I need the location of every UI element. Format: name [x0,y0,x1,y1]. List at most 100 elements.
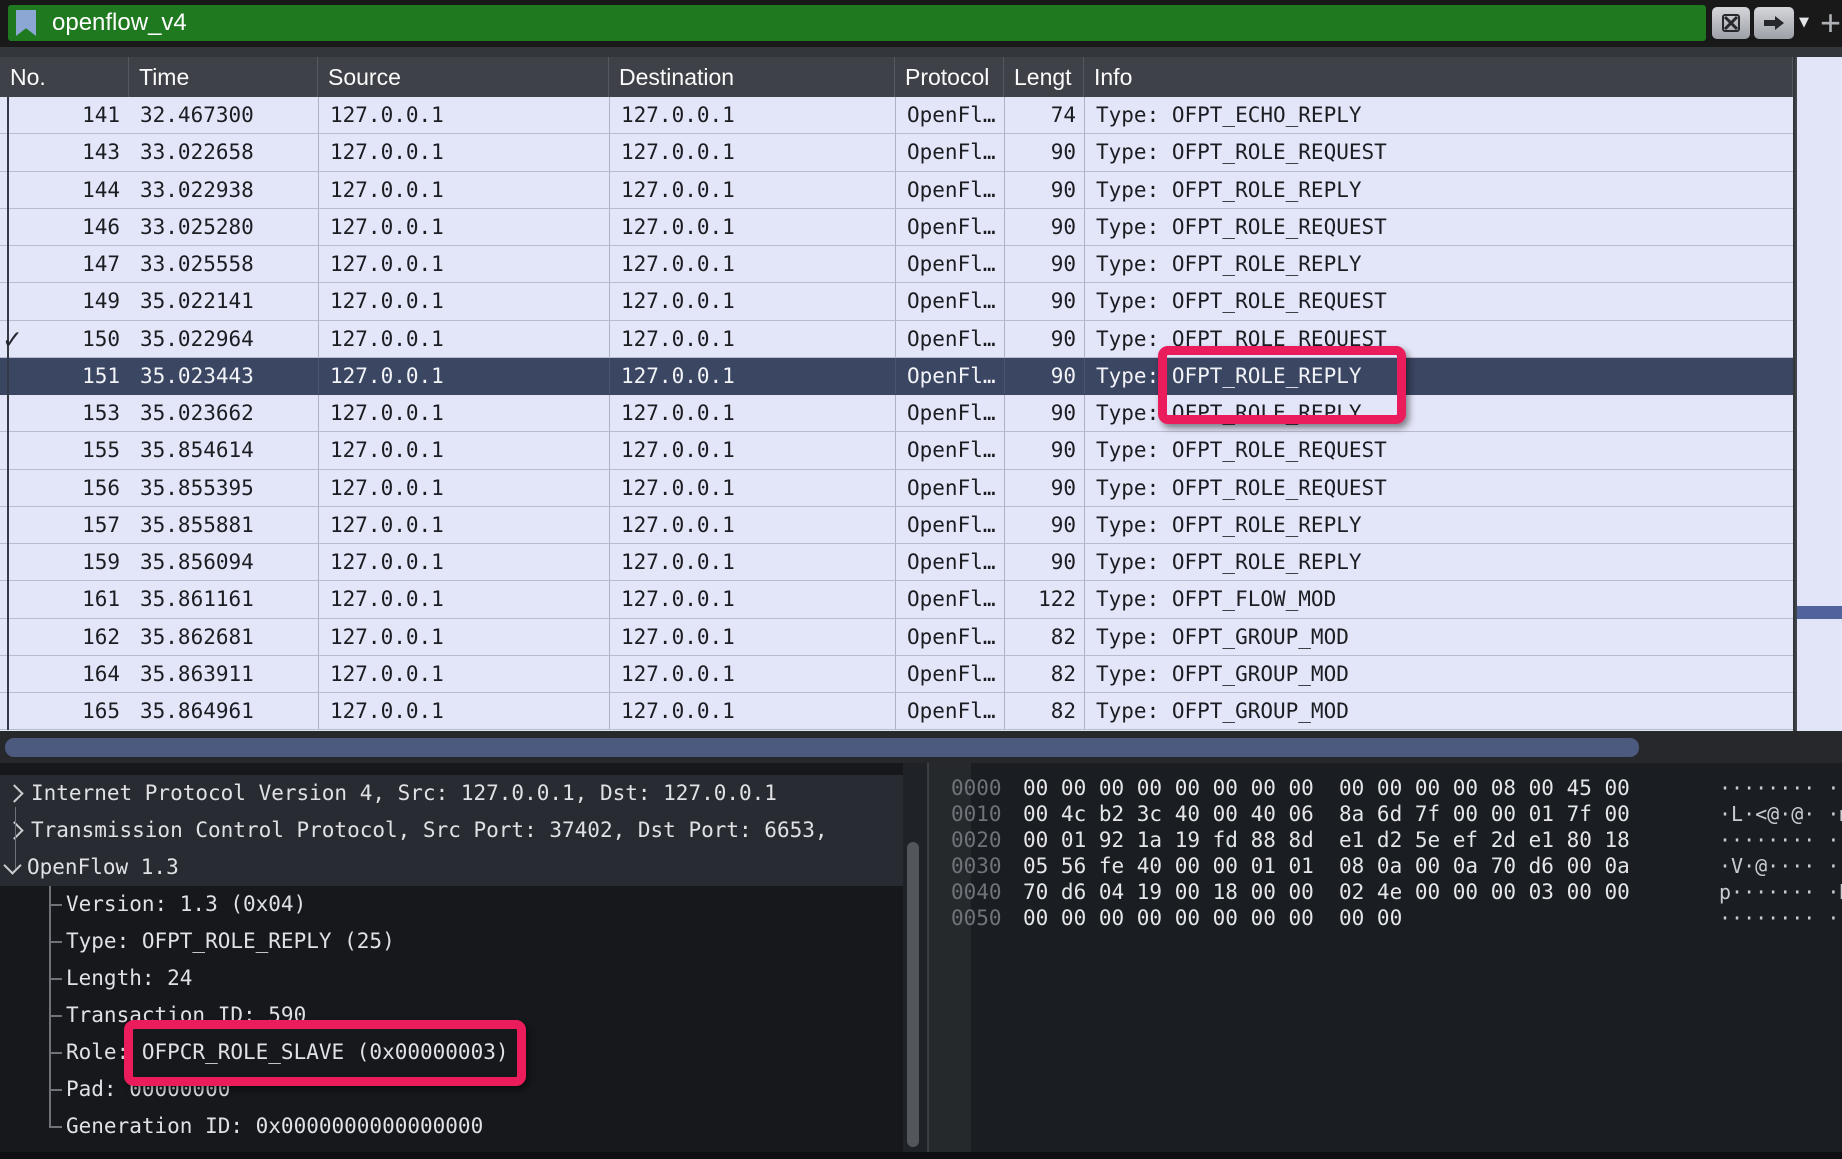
cell-dst: 127.0.0.1 [609,693,895,729]
cell-src: 127.0.0.1 [318,693,609,729]
hex-ascii: p······· ·N······ [1719,879,1842,905]
chevron-down-icon[interactable] [3,856,21,874]
packet-row[interactable]: 14935.022141127.0.0.1127.0.0.1OpenFl…90T… [0,283,1793,320]
detail-scrollbar-thumb[interactable] [907,842,919,1147]
packet-list-scrollbar[interactable] [1795,57,1842,731]
packet-row[interactable]: 15535.854614127.0.0.1127.0.0.1OpenFl…90T… [0,432,1793,469]
cell-no: 159 [0,544,129,580]
cell-time: 35.862681 [129,619,318,655]
column-header-lengt[interactable]: Lengt [1004,57,1084,97]
detail-item-label: OpenFlow 1.3 [27,855,179,879]
packet-row[interactable]: 16135.861161127.0.0.1127.0.0.1OpenFl…122… [0,581,1793,618]
detail-field[interactable]: Length: 24 [66,960,192,997]
chevron-right-icon[interactable] [5,784,23,802]
cell-info: Type: OFPT_ROLE_REQUEST [1084,470,1793,506]
cell-time: 33.025558 [129,246,318,282]
hex-bytes-group2: 02 4e 00 00 00 03 00 00 [1339,879,1630,905]
cell-len: 90 [1004,470,1084,506]
add-filter-button[interactable]: + [1820,2,1841,44]
cell-dst: 127.0.0.1 [609,432,895,468]
hex-offset: 0020 [951,827,1002,853]
apply-filter-button[interactable] [1754,7,1794,39]
column-header-destination[interactable]: Destination [609,57,895,97]
hex-ascii: ········ ······E· [1719,775,1842,801]
packet-row[interactable]: 16235.862681127.0.0.1127.0.0.1OpenFl…82T… [0,619,1793,656]
hex-row[interactable]: 002000 01 92 1a 19 fd 88 8de1 d2 5e ef 2… [929,827,1842,853]
hex-dump-pane: 000000 00 00 00 00 00 00 0000 00 00 00 0… [929,763,1842,1152]
cell-src: 127.0.0.1 [318,283,609,319]
detail-field[interactable]: Type: OFPT_ROLE_REPLY (25) [66,923,395,960]
cell-proto: OpenFl… [895,134,1004,170]
hex-row[interactable]: 000000 00 00 00 00 00 00 0000 00 00 00 0… [929,775,1842,801]
display-filter-input[interactable]: openflow_v4 [8,5,1706,41]
cell-src: 127.0.0.1 [318,97,609,133]
cell-src: 127.0.0.1 [318,656,609,692]
cell-proto: OpenFl… [895,507,1004,543]
cell-time: 35.856094 [129,544,318,580]
column-header-protocol[interactable]: Protocol [895,57,1004,97]
packet-row[interactable]: 15135.023443127.0.0.1127.0.0.1OpenFl…90T… [0,358,1793,395]
hex-row[interactable]: 004070 d6 04 19 00 18 00 0002 4e 00 00 0… [929,879,1842,905]
bookmark-icon[interactable] [16,10,36,36]
column-header-time[interactable]: Time [129,57,318,97]
packet-row[interactable]: 14733.025558127.0.0.1127.0.0.1OpenFl…90T… [0,246,1793,283]
horizontal-scrollbar-thumb[interactable] [5,738,1639,757]
cell-src: 127.0.0.1 [318,395,609,431]
cell-info: Type: OFPT_ROLE_REQUEST [1084,432,1793,468]
hex-row[interactable]: 003005 56 fe 40 00 00 01 0108 0a 00 0a 7… [929,853,1842,879]
cell-len: 74 [1004,97,1084,133]
packet-list-scrollbar-thumb[interactable] [1797,606,1842,619]
cell-time: 32.467300 [129,97,318,133]
cell-src: 127.0.0.1 [318,209,609,245]
cell-time: 35.855881 [129,507,318,543]
display-filter-text[interactable]: openflow_v4 [52,9,187,37]
detail-item[interactable]: Internet Protocol Version 4, Src: 127.0.… [0,775,903,812]
hex-offset: 0010 [951,801,1002,827]
cell-proto: OpenFl… [895,283,1004,319]
detail-item[interactable]: Transmission Control Protocol, Src Port:… [0,812,903,849]
column-header-no[interactable]: No. [0,57,129,97]
detail-item[interactable]: OpenFlow 1.3 [0,849,903,886]
tree-tick [49,1015,62,1017]
hex-offset: 0030 [951,853,1002,879]
cell-dst: 127.0.0.1 [609,619,895,655]
packet-row[interactable]: 15935.856094127.0.0.1127.0.0.1OpenFl…90T… [0,544,1793,581]
clear-filter-button[interactable] [1712,7,1750,39]
cell-no: 165 [0,693,129,729]
hex-bytes-group1: 00 01 92 1a 19 fd 88 8d [1023,827,1314,853]
packet-row[interactable]: 14132.467300127.0.0.1127.0.0.1OpenFl…74T… [0,97,1793,134]
packet-row[interactable]: 15035.022964127.0.0.1127.0.0.1OpenFl…90T… [0,321,1793,358]
hex-row[interactable]: 001000 4c b2 3c 40 00 40 068a 6d 7f 00 0… [929,801,1842,827]
packet-detail-pane: Internet Protocol Version 4, Src: 127.0.… [0,763,903,1152]
packet-row[interactable]: 15735.855881127.0.0.1127.0.0.1OpenFl…90T… [0,507,1793,544]
cell-dst: 127.0.0.1 [609,507,895,543]
hex-ascii: ········ ··^·-··· [1719,827,1842,853]
cell-src: 127.0.0.1 [318,246,609,282]
cell-src: 127.0.0.1 [318,134,609,170]
hex-offset: 0050 [951,905,1002,931]
packet-row[interactable]: 16535.864961127.0.0.1127.0.0.1OpenFl…82T… [0,693,1793,730]
cell-info: Type: OFPT_ROLE_REQUEST [1084,283,1793,319]
cell-no: 144 [0,172,129,208]
cell-info: Type: OFPT_ROLE_REPLY [1084,172,1793,208]
packet-row[interactable]: 15335.023662127.0.0.1127.0.0.1OpenFl…90T… [0,395,1793,432]
cell-len: 90 [1004,134,1084,170]
packet-row[interactable]: 16435.863911127.0.0.1127.0.0.1OpenFl…82T… [0,656,1793,693]
filter-history-caret[interactable]: ▼ [1799,15,1809,30]
packet-row[interactable]: 14433.022938127.0.0.1127.0.0.1OpenFl…90T… [0,172,1793,209]
packet-row[interactable]: 14333.022658127.0.0.1127.0.0.1OpenFl…90T… [0,134,1793,171]
cell-src: 127.0.0.1 [318,470,609,506]
detail-field[interactable]: Version: 1.3 (0x04) [66,886,306,923]
filter-toolbar: openflow_v4 ▼ + [0,0,1842,47]
column-header-source[interactable]: Source [318,57,609,97]
packet-row[interactable]: 14633.025280127.0.0.1127.0.0.1OpenFl…90T… [0,209,1793,246]
cell-no: 161 [0,581,129,617]
packet-row[interactable]: 15635.855395127.0.0.1127.0.0.1OpenFl…90T… [0,470,1793,507]
close-icon [1722,14,1740,32]
horizontal-scrollbar[interactable] [0,731,1842,763]
cell-dst: 127.0.0.1 [609,395,895,431]
hex-row[interactable]: 005000 00 00 00 00 00 00 0000 00········… [929,905,1842,931]
detail-field[interactable]: Generation ID: 0x0000000000000000 [66,1108,483,1145]
column-header-info[interactable]: Info [1084,57,1793,97]
cell-no: 151 [0,358,129,394]
